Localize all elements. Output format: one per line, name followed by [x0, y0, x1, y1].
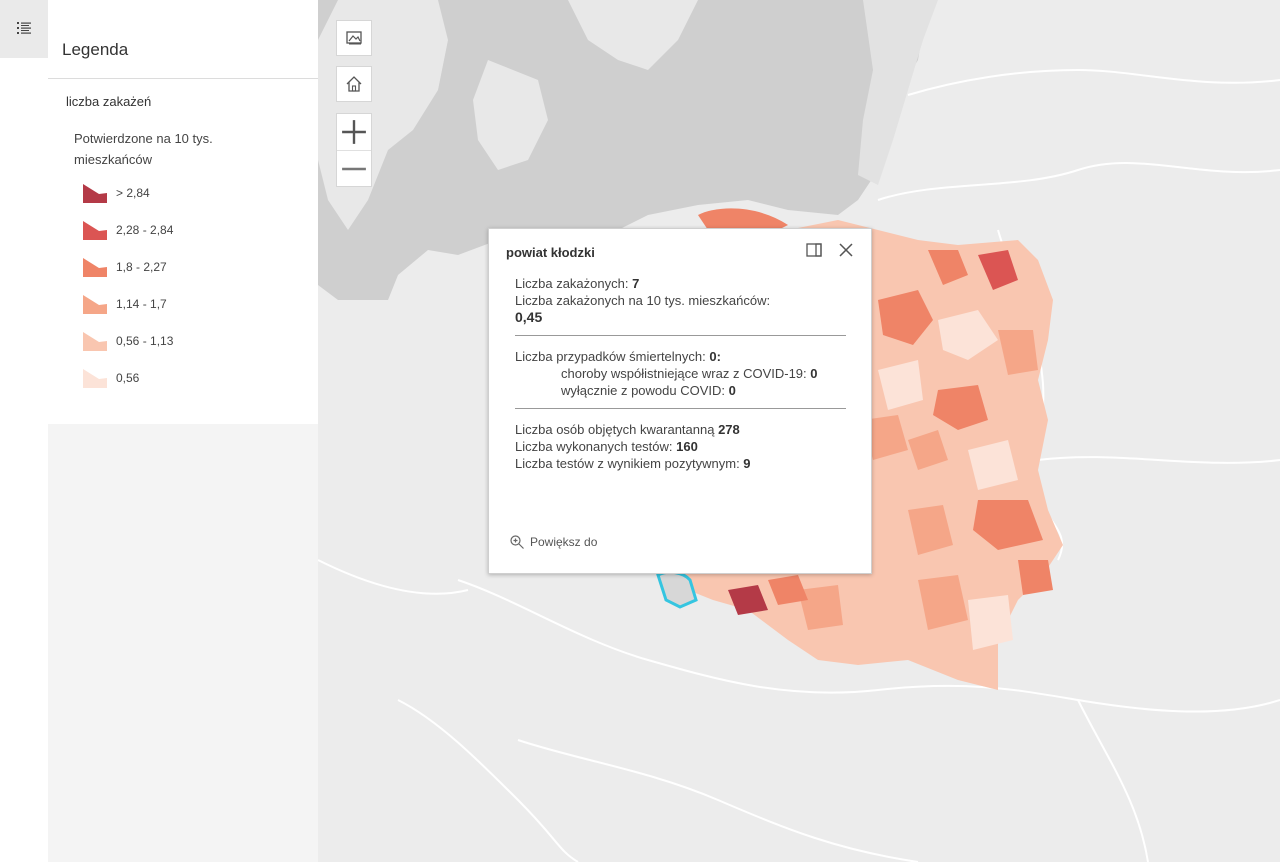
legend-swatch	[83, 221, 107, 240]
zoom-out-button[interactable]	[337, 150, 371, 186]
legend-class-row: 0,56 - 1,13	[82, 329, 173, 353]
dock-icon	[806, 243, 822, 257]
covid-only-label: wyłącznie z powodu COVID:	[561, 383, 729, 398]
legend-class-label: > 2,84	[116, 186, 150, 200]
tests-line: Liczba wykonanych testów: 160	[515, 438, 851, 455]
legend-title: Legenda	[62, 40, 129, 59]
infections-label: Liczba zakażonych:	[515, 276, 633, 291]
legend-swatch	[83, 258, 107, 277]
legend-panel: Legenda liczba zakażeń Potwierdzone na 1…	[48, 0, 318, 862]
zoom-to-icon	[510, 535, 524, 549]
basemap-gallery-icon	[346, 31, 362, 45]
quarantine-value: 278	[718, 422, 740, 437]
plus-icon	[342, 120, 366, 144]
legend-toggle-button[interactable]	[0, 0, 48, 58]
tests-label: Liczba wykonanych testów:	[515, 439, 677, 454]
legend-class-label: 2,28 - 2,84	[116, 223, 174, 237]
tests-value: 160	[676, 439, 698, 454]
zoom-controls	[336, 113, 372, 187]
legend-swatch	[83, 295, 107, 314]
covid-only-value: 0	[728, 383, 736, 398]
deaths-value: 0:	[709, 349, 721, 364]
legend-class-row: 2,28 - 2,84	[82, 218, 173, 242]
minus-icon	[342, 167, 366, 170]
positive-tests-line: Liczba testów z wynikiem pozytywnym: 9	[515, 455, 851, 472]
deaths-line: Liczba przypadków śmiertelnych: 0:	[515, 348, 851, 365]
legend-class-row: 0,56	[82, 366, 139, 390]
quarantine-label: Liczba osób objętych kwarantanną	[515, 422, 719, 437]
home-icon	[346, 76, 362, 92]
legend-swatch	[83, 332, 107, 351]
legend-class-label: 0,56	[116, 371, 140, 385]
popup-dock-button[interactable]	[805, 241, 823, 259]
comorbid-value: 0	[810, 366, 818, 381]
legend-class-row: > 2,84	[82, 181, 150, 205]
positive-tests-value: 9	[743, 456, 751, 471]
legend-class-row: 1,8 - 2,27	[82, 255, 167, 279]
popup-title: powiat kłodzki	[506, 245, 595, 260]
comorbid-line: choroby współistniejące wraz z COVID-19:…	[515, 365, 851, 382]
close-icon	[839, 243, 853, 257]
popup-content: Liczba zakażonych: 7 Liczba zakażonych n…	[515, 275, 851, 472]
zoom-to-label: Powiększ do	[530, 535, 598, 549]
infections-value: 7	[632, 276, 640, 291]
legend-swatch	[83, 184, 107, 203]
positive-tests-label: Liczba testów z wynikiem pozytywnym:	[515, 456, 744, 471]
legend-content: Legenda liczba zakażeń Potwierdzone na 1…	[48, 0, 318, 424]
popup-divider	[515, 335, 846, 336]
legend-class-row: 1,14 - 1,7	[82, 292, 167, 316]
home-button[interactable]	[336, 66, 372, 102]
popup-divider	[515, 408, 846, 409]
legend-divider	[48, 78, 318, 79]
infections-per-10k-value-line: 0,45	[515, 309, 851, 326]
basemap-gallery-button[interactable]	[336, 20, 372, 56]
infections-per-10k-line: Liczba zakażonych na 10 tys. mieszkańców…	[515, 292, 851, 309]
left-toolbar	[0, 0, 48, 862]
legend-layer-name: liczba zakażeń	[66, 94, 152, 109]
legend-swatch	[83, 369, 107, 388]
infections-per-10k-label: Liczba zakażonych na 10 tys. mieszkańców…	[515, 293, 771, 308]
feature-popup: powiat kłodzki Liczba zakażonych: 7 Licz…	[488, 228, 872, 574]
deaths-label: Liczba przypadków śmiertelnych:	[515, 349, 710, 364]
covid-only-line: wyłącznie z powodu COVID: 0	[515, 382, 851, 399]
infections-per-10k-value: 0,45	[515, 309, 543, 325]
legend-class-label: 0,56 - 1,13	[116, 334, 174, 348]
legend-class-label: 1,14 - 1,7	[116, 297, 167, 311]
quarantine-line: Liczba osób objętych kwarantanną 278	[515, 421, 851, 438]
zoom-in-button[interactable]	[337, 114, 371, 150]
legend-field-description: Potwierdzone na 10 tys. mieszkańców	[74, 131, 213, 167]
legend-class-label: 1,8 - 2,27	[116, 260, 167, 274]
popup-close-button[interactable]	[837, 241, 855, 259]
zoom-to-link[interactable]: Powiększ do	[509, 534, 597, 550]
legend-list-icon	[17, 22, 31, 34]
infections-line: Liczba zakażonych: 7	[515, 275, 851, 292]
comorbid-label: choroby współistniejące wraz z COVID-19:	[561, 366, 811, 381]
